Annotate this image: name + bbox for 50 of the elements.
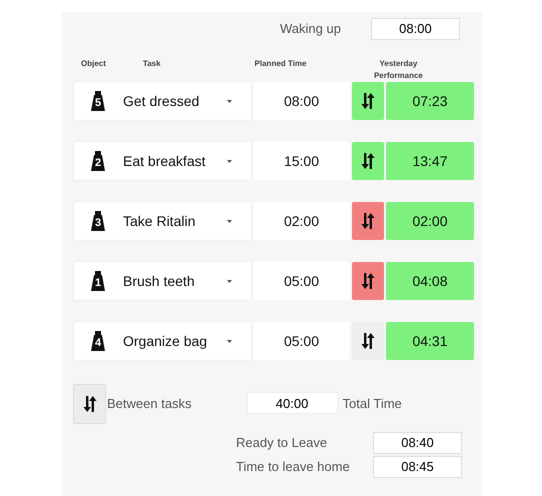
weight-object: 4: [91, 331, 105, 351]
swap-icon: [361, 333, 375, 349]
yesterday-time: 04:08: [386, 262, 474, 300]
task-dropdown[interactable]: 3 Take Ritalin: [74, 202, 251, 240]
yesterday-time: 07:23: [386, 82, 474, 120]
planned-time-field[interactable]: 02:00: [253, 202, 350, 240]
waking-up-label: Waking up: [280, 20, 341, 38]
weight-object: 3: [91, 211, 105, 231]
weight-object: 5: [91, 91, 105, 111]
swap-button[interactable]: [73, 384, 106, 424]
swap-button[interactable]: [352, 82, 384, 120]
swap-button[interactable]: [352, 142, 384, 180]
swap-button[interactable]: [352, 322, 384, 360]
weight-object: 2: [91, 151, 105, 171]
waking-up-field[interactable]: 08:00: [370, 18, 460, 40]
time-to-leave-home-field: 08:45: [373, 456, 462, 478]
task-dropdown[interactable]: 5 Get dressed: [74, 82, 251, 120]
swap-icon: [361, 93, 375, 109]
column-header: Planned Time: [254, 58, 306, 70]
column-header: Task: [142, 58, 161, 70]
total-time-field: 40:00: [246, 392, 338, 414]
planned-time-field[interactable]: 15:00: [253, 142, 350, 180]
yesterday-time: 04:31: [386, 322, 474, 360]
ready-to-leave-label: Ready to Leave: [236, 434, 328, 452]
caret-icon: [227, 100, 232, 102]
ready-to-leave-field: 08:40: [373, 432, 462, 454]
caret-icon: [227, 340, 232, 342]
time-to-leave-home-label: Time to leave home: [236, 458, 351, 476]
swap-button[interactable]: [352, 202, 384, 240]
yesterday-time: 02:00: [386, 202, 474, 240]
planned-time-field[interactable]: 05:00: [253, 322, 350, 360]
task-dropdown[interactable]: 1 Brush teeth: [74, 262, 251, 300]
column-header: Yesterday Performance: [372, 58, 424, 82]
swap-icon: [361, 273, 375, 289]
between-tasks-label: Between tasks: [107, 395, 192, 413]
task-dropdown[interactable]: 2 Eat breakfast: [74, 142, 251, 180]
planned-time-field[interactable]: 08:00: [253, 82, 350, 120]
caret-icon: [227, 280, 232, 282]
column-header: Object: [81, 58, 106, 70]
swap-icon: [361, 153, 375, 169]
total-time-label: Total Time: [342, 395, 402, 413]
weight-object: 1: [91, 271, 105, 291]
yesterday-time: 13:47: [386, 142, 474, 180]
swap-icon: [82, 396, 96, 412]
planned-time-field[interactable]: 05:00: [253, 262, 350, 300]
caret-icon: [227, 220, 232, 222]
swap-button[interactable]: [352, 262, 384, 300]
swap-icon: [361, 213, 375, 229]
task-dropdown[interactable]: 4 Organize bag: [74, 322, 251, 360]
caret-icon: [227, 160, 232, 162]
